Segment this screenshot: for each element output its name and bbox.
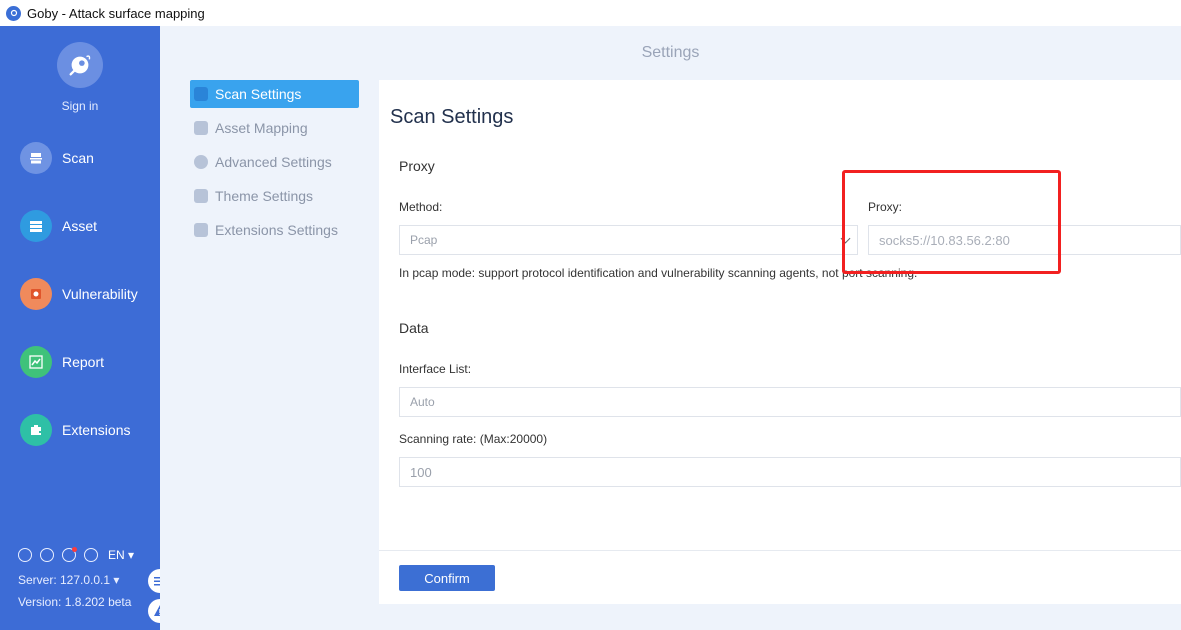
sidebar-item-extensions[interactable]: Extensions <box>20 414 130 446</box>
asset-icon <box>20 210 52 242</box>
data-section-title: Data <box>399 320 429 336</box>
tab-advanced-settings[interactable]: Advanced Settings <box>190 148 359 176</box>
pcap-mode-hint: In pcap mode: support protocol identific… <box>399 266 918 280</box>
extensions-icon <box>20 414 52 446</box>
chevron-down-icon <box>840 233 851 244</box>
shirt-icon <box>194 189 208 203</box>
sidebar-item-label: Extensions <box>62 422 131 438</box>
tab-scan-settings[interactable]: Scan Settings <box>190 80 359 108</box>
goby-app-icon <box>6 5 21 21</box>
sidebar-item-label: Asset <box>62 218 98 234</box>
scan-settings-icon <box>194 87 208 101</box>
sidebar-item-report[interactable]: Report <box>20 346 104 378</box>
settings-main: Settings Scan Settings Asset Mapping Adv… <box>160 26 1181 630</box>
sidebar-item-scan[interactable]: Scan <box>20 142 94 174</box>
sign-in-link[interactable]: Sign in <box>0 99 160 113</box>
panel-divider <box>379 550 1181 551</box>
method-label: Method: <box>399 200 443 214</box>
window-title: Goby - Attack surface mapping <box>27 5 205 21</box>
window-titlebar: Goby - Attack surface mapping <box>0 0 1181 26</box>
power-icon[interactable] <box>18 548 32 562</box>
notification-dot <box>72 547 77 552</box>
language-selector[interactable]: EN ▾ <box>108 548 134 562</box>
confirm-button[interactable]: Confirm <box>399 565 495 591</box>
clock-icon[interactable] <box>62 547 77 562</box>
main-sidebar: Sign in Scan Asset Vulnerability Report … <box>0 26 160 630</box>
sidebar-item-vulnerability[interactable]: Vulnerability <box>20 278 138 310</box>
proxy-label: Proxy: <box>868 200 903 214</box>
cog-icon <box>194 155 208 169</box>
proxy-input[interactable]: socks5://10.83.56.2:80 <box>868 225 1181 255</box>
tab-asset-mapping[interactable]: Asset Mapping <box>190 114 359 142</box>
page-title: Settings <box>641 44 700 61</box>
scanning-rate-input[interactable]: 100 <box>399 457 1181 487</box>
panel-title: Scan Settings <box>390 106 514 128</box>
sidebar-item-label: Report <box>62 354 105 370</box>
vulnerability-icon <box>20 278 52 310</box>
puzzle-icon <box>194 223 208 237</box>
sidebar-footer-toolbar: EN ▾ <box>18 547 134 562</box>
goby-logo-icon[interactable] <box>57 42 103 88</box>
settings-submenu: Scan Settings Asset Mapping Advanced Set… <box>190 80 359 250</box>
scanning-rate-label: Scanning rate: (Max:20000) <box>399 432 548 446</box>
layers-icon <box>194 121 208 135</box>
sidebar-item-label: Vulnerability <box>62 286 138 302</box>
tab-theme-settings[interactable]: Theme Settings <box>190 182 359 210</box>
version-label: Version: 1.8.202 beta <box>18 595 132 609</box>
server-selector[interactable]: Server: 127.0.0.1 ▾ <box>18 573 119 587</box>
info-icon[interactable] <box>84 548 98 562</box>
tab-extensions-settings[interactable]: Extensions Settings <box>190 216 359 244</box>
sidebar-item-label: Scan <box>62 150 94 166</box>
scan-settings-panel: Scan Settings Proxy Method: Pcap Proxy: … <box>379 80 1181 604</box>
proxy-section-title: Proxy <box>399 158 435 174</box>
scan-icon <box>20 142 52 174</box>
method-select[interactable]: Pcap <box>399 225 858 255</box>
interface-list-select[interactable]: Auto <box>399 387 1181 417</box>
interface-list-label: Interface List: <box>399 362 472 376</box>
gear-icon[interactable] <box>40 548 54 562</box>
sidebar-item-asset[interactable]: Asset <box>20 210 97 242</box>
report-icon <box>20 346 52 378</box>
